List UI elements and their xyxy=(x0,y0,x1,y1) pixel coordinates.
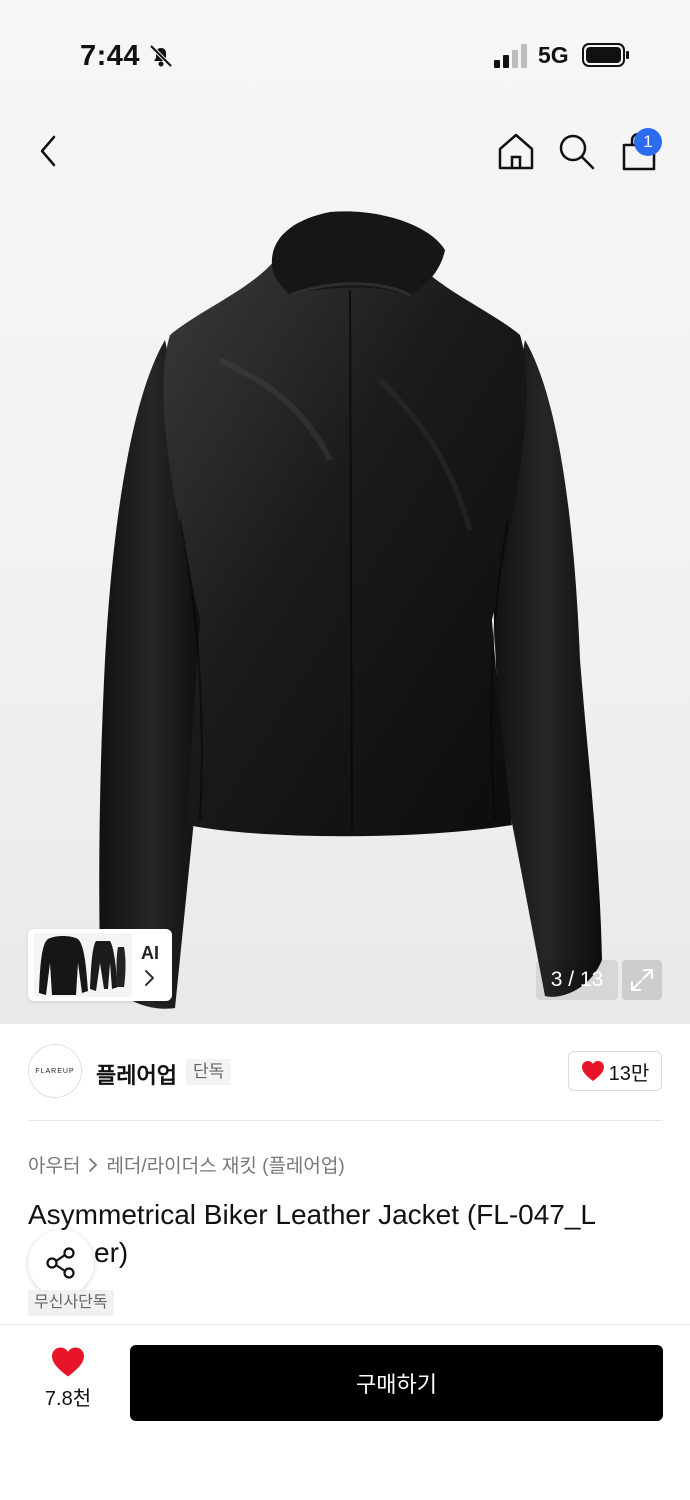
chevron-right-icon xyxy=(145,970,154,986)
breadcrumb-subcategory[interactable]: 레더/라이더스 재킷 (플레어업) xyxy=(106,1151,344,1178)
product-image-jacket xyxy=(99,211,602,1009)
product-title-line1: Asymmetrical Biker Leather Jacket (FL-04… xyxy=(28,1199,596,1230)
share-icon xyxy=(46,1247,75,1279)
wishlist-button[interactable]: 7.8천 xyxy=(36,1346,100,1416)
brand-name[interactable]: 플레어업 xyxy=(96,1058,177,1090)
search-button[interactable] xyxy=(552,127,600,175)
heart-icon xyxy=(581,1061,604,1081)
product-title: Asymmetrical Biker Leather Jacket (FL-04… xyxy=(28,1196,668,1272)
brand-like-count: 13만 xyxy=(608,1062,650,1085)
status-bar: 7:44 5G xyxy=(0,0,690,110)
breadcrumb-category[interactable]: 아우터 xyxy=(28,1151,80,1178)
signal-icon xyxy=(494,44,527,68)
ai-label: AI xyxy=(141,943,159,963)
buy-button[interactable]: 구매하기 xyxy=(130,1345,663,1421)
divider xyxy=(28,1120,662,1121)
brand-logo[interactable]: FLAREUP xyxy=(28,1044,82,1098)
musinsa-exclusive-badge: 무신사단독 xyxy=(28,1290,114,1316)
breadcrumb: 아우터 레더/라이더스 재킷 (플레어업) xyxy=(28,1151,345,1178)
brand-logo-text: FLAREUP xyxy=(35,1067,75,1075)
wishlist-count: 7.8천 xyxy=(44,1388,92,1410)
ai-thumbnail-image xyxy=(34,933,132,997)
search-icon xyxy=(559,134,595,170)
product-image-gallery[interactable]: 7:44 5G 1 AI 3 / 13 xyxy=(0,0,690,1024)
battery-icon xyxy=(582,43,629,67)
heart-icon xyxy=(52,1347,84,1377)
product-title-line2: er) xyxy=(94,1237,129,1268)
share-button[interactable] xyxy=(28,1230,94,1296)
expand-image-button[interactable] xyxy=(622,960,662,1000)
home-button[interactable] xyxy=(492,127,540,175)
expand-icon xyxy=(631,969,653,991)
chevron-right-icon xyxy=(89,1157,98,1172)
status-time: 7:44 xyxy=(80,40,141,72)
home-icon xyxy=(498,133,534,170)
back-icon xyxy=(40,135,56,167)
exclusive-tag: 단독 xyxy=(186,1059,232,1085)
brand-like-button[interactable]: 13만 xyxy=(568,1051,662,1091)
image-counter: 3 / 13 xyxy=(536,960,618,1000)
ai-similar-items-card[interactable]: AI xyxy=(28,929,172,1001)
cart-count-badge: 1 xyxy=(634,128,662,156)
network-type: 5G xyxy=(538,42,569,68)
bell-slash-icon xyxy=(149,44,173,68)
back-button[interactable] xyxy=(24,127,72,175)
